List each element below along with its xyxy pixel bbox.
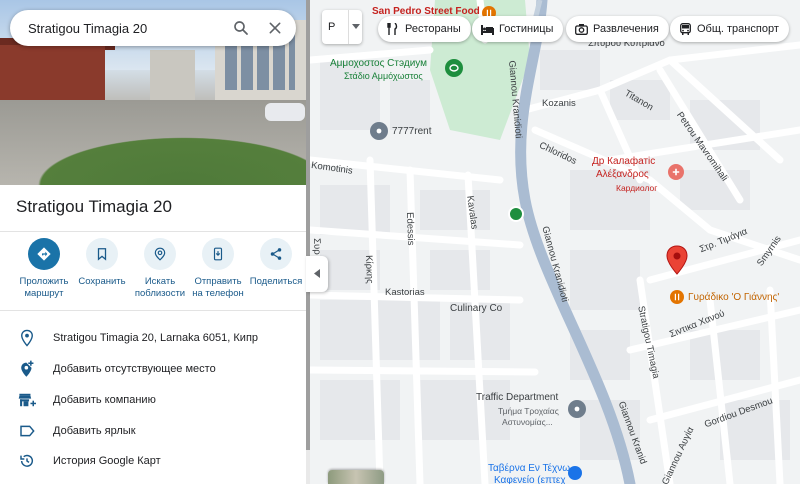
medical-pin-icon[interactable] [668,164,684,180]
chip-entertainment[interactable]: Развлечения [566,16,669,42]
poi-label-doctor-gr: Αλέξανδρος [596,169,649,180]
poi-label-taverna[interactable]: Ταβέρνα Εν Τέχνω [488,463,570,475]
location-pin-icon [16,327,38,349]
search-input[interactable] [28,20,218,36]
place-pin-icon[interactable] [370,122,388,140]
divider [0,310,306,311]
divider [0,231,306,232]
restaurant-pin-icon[interactable] [670,290,684,304]
add-business-text: Добавить компанию [53,394,156,406]
chevron-left-icon [314,265,320,283]
share-button[interactable]: Поделиться [248,238,304,300]
label-icon [16,420,38,442]
chip-transit[interactable]: Общ. транспорт [670,16,789,42]
save-button[interactable]: Сохранить [74,238,130,300]
history-icon [16,450,38,472]
history-row[interactable]: История Google Карт [0,446,306,476]
chip-label: Развлечения [593,23,659,35]
address-text: Stratigou Timagia 20, Larnaka 6051, Кипр [53,332,259,344]
street-label: Συρ [311,238,323,255]
street-label: Kozanis [542,98,576,109]
nearby-label: Искать поблизости [134,276,186,299]
chevron-down-icon[interactable] [348,10,362,44]
directions-label: Проложить маршрут [19,276,69,299]
camera-icon [574,22,588,36]
nearby-button[interactable]: Искать поблизости [132,238,188,300]
selected-location-pin-icon[interactable] [666,245,688,280]
add-label-row[interactable]: Добавить ярлык [0,416,306,446]
poi-label-traffic[interactable]: Traffic Department [476,392,558,404]
add-missing-place-text: Добавить отсутствующее место [53,363,216,375]
save-label: Сохранить [78,276,126,287]
photo-grass [0,125,306,185]
chip-label: Гостиницы [499,23,554,35]
chip-label: Общ. транспорт [697,23,779,35]
send-to-phone-label: Отправить на телефон [192,276,244,299]
poi-label-traffic-sub: Αστυνομίας... [502,417,553,427]
share-label: Поделиться [249,276,303,287]
fork-knife-icon [386,22,400,36]
bookmark-icon [86,238,118,270]
history-text: История Google Карт [53,455,161,467]
poi-label-stadium-sub: Στάδιο Αμμόχωστος [344,71,423,81]
send-to-phone-button[interactable]: Отправить на телефон [190,238,246,300]
bus-icon [678,22,692,36]
poi-label-doctor[interactable]: Др Калафатіс [592,156,655,168]
search-icon[interactable] [226,13,256,43]
close-icon[interactable] [260,13,290,43]
phone-icon [202,238,234,270]
place-panel: Stratigou Timagia 20 Проложить маршрут С… [0,0,306,484]
share-icon [260,238,292,270]
cafe-pin-icon[interactable] [568,466,582,480]
place-pin-icon[interactable] [568,400,586,418]
stadium-pin-icon[interactable] [445,59,463,77]
add-business-row[interactable]: Добавить компанию [0,385,306,415]
map-canvas[interactable]: Σπύρου Κυπριανο Kozanis Titanon Chlorido… [310,0,800,484]
layer-label: Р [328,21,336,33]
map-type-button[interactable]: Р [322,10,362,44]
chip-hotels[interactable]: Гостиницы [472,16,564,42]
directions-icon [28,238,60,270]
transit-pin-icon[interactable] [508,206,524,222]
poi-label-giradiko[interactable]: Γυράδικο 'Ο Γιάννης' [688,292,779,304]
place-title: Stratigou Timagia 20 [16,197,172,216]
chip-label: Рестораны [405,23,461,35]
layers-thumbnail[interactable] [328,470,384,484]
poi-label-taverna-sub: Καφενείο (επτεχ [494,475,566,484]
add-business-icon [16,389,38,411]
poi-label-7777rent[interactable]: 7777rent [392,126,431,138]
poi-label-culinary[interactable]: Culinary Co [450,303,502,315]
street-label: Κίρκης [363,255,375,284]
bed-icon [480,22,494,36]
street-label: Edessis [404,212,417,246]
action-bar: Проложить маршрут Сохранить Искать побли… [0,238,306,300]
photo-building [150,50,195,100]
nearby-search-icon [144,238,176,270]
chip-restaurants[interactable]: Рестораны [378,16,471,42]
poi-label-stadium[interactable]: Αμμοχοστος Стэдиум [330,58,427,70]
add-missing-place-row[interactable]: Добавить отсутствующее место [0,354,306,384]
directions-button[interactable]: Проложить маршрут [16,238,72,300]
poi-label-doctor-sub: Кардиолог [616,183,658,193]
street-label: Kastorias [385,287,425,298]
photo-car [265,103,305,121]
search-box[interactable] [10,10,296,46]
collapse-panel-button[interactable] [306,256,328,292]
add-location-icon [16,358,38,380]
add-label-text: Добавить ярлык [53,425,136,437]
address-row[interactable]: Stratigou Timagia 20, Larnaka 6051, Кипр [0,323,306,353]
